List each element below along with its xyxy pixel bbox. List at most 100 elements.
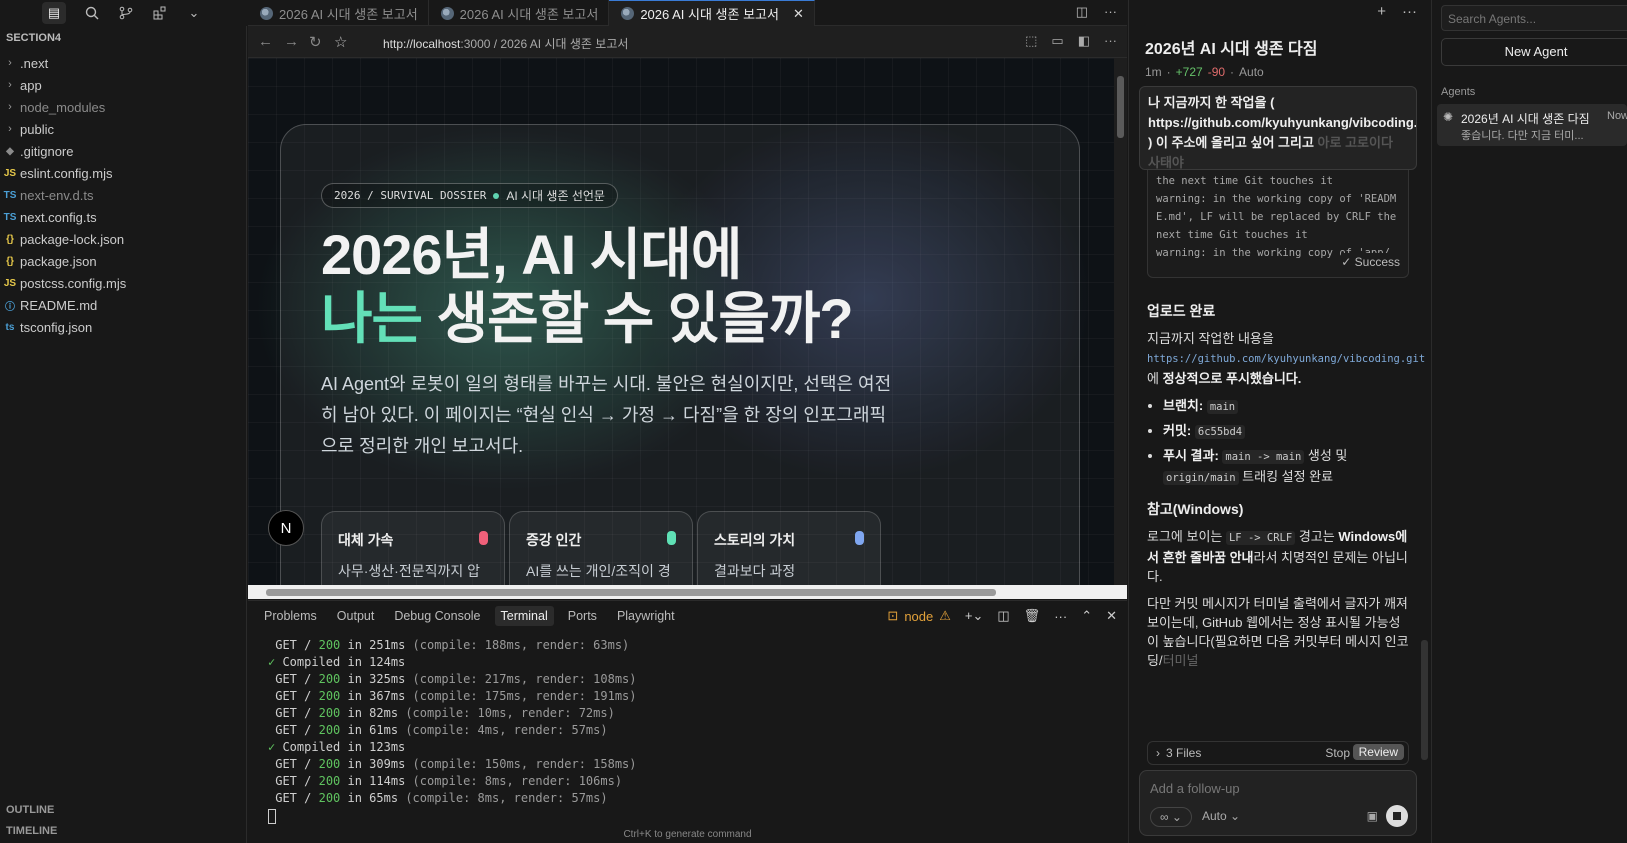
tree-item[interactable]: › app bbox=[0, 74, 246, 96]
text: 지금까지 작업한 내용을 bbox=[1147, 331, 1274, 346]
file-type-icon: TS bbox=[3, 211, 17, 223]
tree-item[interactable]: {} package.json bbox=[0, 250, 246, 272]
followup-placeholder: Add a follow-up bbox=[1150, 781, 1240, 796]
code: main -> main bbox=[1222, 450, 1305, 464]
tree-item[interactable]: TS next-env.d.ts bbox=[0, 184, 246, 206]
terminal-cursor[interactable] bbox=[268, 809, 276, 824]
chat-scrollbar[interactable] bbox=[1421, 640, 1428, 760]
answer-paragraph: 지금까지 작업한 내용을 https://github.com/kyuhyunk… bbox=[1147, 329, 1425, 388]
tab-browser-1[interactable]: 2026 AI 시대 생존 보고서 bbox=[248, 0, 429, 26]
status-code: 200 bbox=[318, 774, 341, 788]
more-icon[interactable]: ··· bbox=[1104, 33, 1117, 49]
back-icon[interactable]: ← bbox=[258, 33, 273, 50]
page-vertical-scrollbar[interactable] bbox=[1114, 58, 1127, 585]
tree-item-label: app bbox=[20, 77, 42, 93]
tree-item[interactable]: › .next bbox=[0, 52, 246, 74]
file-tree: › .next › app › node_modules › public ◆ .gitignor… bbox=[0, 52, 246, 338]
agent-chat-panel: + ··· 2026년 AI 시대 생존 다짐 1m · +727 -90 · Au… bbox=[1128, 0, 1432, 843]
tab-debug-console[interactable]: Debug Console bbox=[388, 606, 486, 626]
tab-problems[interactable]: Problems bbox=[258, 606, 323, 626]
code: origin/main bbox=[1163, 471, 1239, 485]
separator: · bbox=[1166, 65, 1171, 79]
agent-title: 2026년 AI 시대 생존 다짐 bbox=[1461, 112, 1590, 126]
terminal-line: GET / 200 in 325ms (compile: 217ms, rend… bbox=[268, 671, 636, 688]
tree-item[interactable]: JS postcss.config.mjs bbox=[0, 272, 246, 294]
scroll-thumb[interactable] bbox=[1117, 76, 1124, 138]
tree-item[interactable]: ⓘ README.md bbox=[0, 294, 246, 316]
trash-icon[interactable]: 🗑 bbox=[1024, 608, 1041, 624]
maximize-icon[interactable]: ⌃ bbox=[1081, 608, 1092, 624]
status-code: 200 bbox=[318, 791, 341, 805]
card-indicator bbox=[855, 531, 864, 545]
followup-input[interactable]: Add a follow-up ∞ ⌄ Auto ⌄ ▣ bbox=[1139, 770, 1417, 836]
repo-link[interactable]: https://github.com/kyuhyunkang/vibcoding… bbox=[1147, 353, 1425, 365]
close-icon[interactable]: ✕ bbox=[793, 6, 804, 22]
tree-item[interactable]: {} package-lock.json bbox=[0, 228, 246, 250]
text: 로그에 보이는 bbox=[1147, 529, 1226, 544]
request-time: in 251ms bbox=[340, 638, 413, 652]
explorer-section-title[interactable]: SECTION4 bbox=[6, 32, 61, 44]
new-agent-button[interactable]: New Agent bbox=[1441, 38, 1627, 66]
chevron-down-icon[interactable]: ⌄ bbox=[186, 5, 202, 21]
more-icon[interactable]: ··· bbox=[1104, 4, 1117, 20]
tab-browser-3[interactable]: 2026 AI 시대 생존 보고서 ✕ bbox=[609, 0, 815, 26]
layout-icon[interactable]: ◧ bbox=[1078, 33, 1090, 49]
page-horizontal-scrollbar[interactable] bbox=[248, 585, 1127, 599]
agent-list-item[interactable]: ✺ 2026년 AI 시대 생존 다짐 좋습니다. 다만 지금 터미... No… bbox=[1437, 104, 1627, 146]
add-icon[interactable]: + bbox=[1377, 3, 1386, 20]
chevron-right-icon: › bbox=[8, 79, 12, 91]
nextjs-dev-button[interactable]: N bbox=[268, 510, 304, 546]
extensions-icon[interactable] bbox=[152, 5, 168, 21]
split-editor-icon[interactable]: ◫ bbox=[1076, 4, 1088, 20]
more-icon[interactable]: ··· bbox=[1402, 3, 1417, 20]
user-message[interactable]: 나 지금까지 한 작업을 ( https://github.com/kyuhyu… bbox=[1139, 86, 1417, 170]
stop-generation-button[interactable] bbox=[1386, 805, 1408, 827]
tab-browser-2[interactable]: 2026 AI 시대 생존 보고서 bbox=[429, 0, 610, 26]
reload-icon[interactable]: ↻ bbox=[309, 33, 322, 51]
search-icon[interactable] bbox=[84, 5, 100, 21]
terminal-output[interactable]: GET / 200 in 251ms (compile: 188ms, rend… bbox=[268, 637, 637, 824]
new-terminal-icon[interactable]: +⌄ bbox=[965, 608, 983, 624]
request-time: in 367ms bbox=[340, 689, 413, 703]
bookmark-icon[interactable]: ☆ bbox=[334, 33, 347, 51]
split-terminal-icon[interactable]: ◫ bbox=[997, 608, 1009, 624]
timeline-section[interactable]: TIMELINE bbox=[6, 825, 57, 837]
close-panel-icon[interactable]: ✕ bbox=[1106, 608, 1117, 624]
source-control-icon[interactable] bbox=[118, 5, 134, 21]
tree-item[interactable]: › node_modules bbox=[0, 96, 246, 118]
inspect-icon[interactable]: ⬚ bbox=[1025, 33, 1037, 49]
tab-playwright[interactable]: Playwright bbox=[611, 606, 681, 626]
tree-item-label: postcss.config.mjs bbox=[20, 275, 127, 291]
tree-item[interactable]: JS eslint.config.mjs bbox=[0, 162, 246, 184]
search-agents-input[interactable]: Search Agents... bbox=[1441, 5, 1627, 31]
console-icon[interactable]: ▭ bbox=[1051, 33, 1063, 49]
model-selector[interactable]: Auto ⌄ bbox=[1202, 809, 1240, 823]
tree-item[interactable]: TS next.config.ts bbox=[0, 206, 246, 228]
stop-button[interactable]: Stop bbox=[1325, 746, 1350, 760]
tab-terminal[interactable]: Terminal bbox=[494, 606, 554, 626]
request-route: GET / bbox=[275, 672, 319, 686]
agent-time: Now bbox=[1607, 110, 1627, 122]
hero-accent: 나는 bbox=[321, 287, 423, 350]
card-augmented: 증강 인간 AI를 쓰는 개인/조직이 경쟁력을 갖는다 bbox=[509, 511, 693, 585]
review-button[interactable]: Review bbox=[1352, 744, 1404, 760]
more-icon[interactable]: ··· bbox=[1054, 609, 1067, 624]
tree-item[interactable]: ◆ .gitignore bbox=[0, 140, 246, 162]
tab-output[interactable]: Output bbox=[331, 606, 381, 626]
outline-section[interactable]: OUTLINE bbox=[6, 804, 54, 816]
request-route: GET / bbox=[275, 723, 319, 737]
image-icon[interactable]: ▣ bbox=[1367, 809, 1378, 823]
changed-files-bar[interactable]: › 3 Files Stop Review bbox=[1147, 741, 1409, 765]
tree-item[interactable]: ts tsconfig.json bbox=[0, 316, 246, 338]
url-bar[interactable]: http://localhost:3000 / 2026 AI 시대 생존 보고… bbox=[383, 35, 628, 52]
forward-icon[interactable]: → bbox=[284, 33, 299, 50]
files-count: 3 Files bbox=[1166, 746, 1202, 760]
separator: · bbox=[1230, 65, 1235, 79]
chat-age: 1m bbox=[1145, 65, 1162, 79]
files-icon[interactable]: ▤ bbox=[42, 2, 66, 24]
terminal-node-selector[interactable]: ⊡ node ⚠ bbox=[887, 608, 950, 624]
tab-ports[interactable]: Ports bbox=[562, 606, 603, 626]
scroll-thumb[interactable] bbox=[266, 589, 996, 596]
tree-item[interactable]: › public bbox=[0, 118, 246, 140]
infinity-mode-toggle[interactable]: ∞ ⌄ bbox=[1150, 807, 1192, 827]
